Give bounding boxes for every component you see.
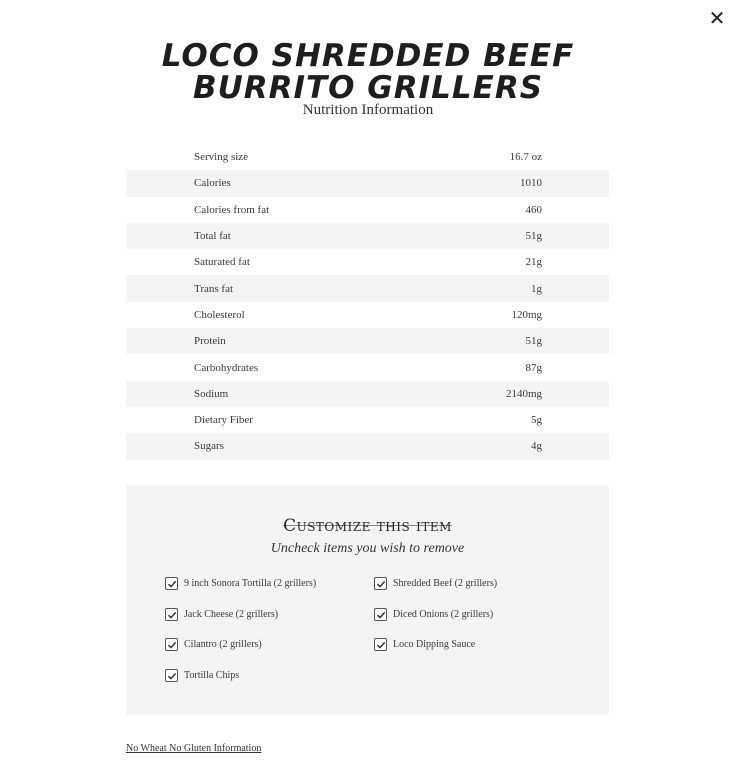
nutrition-value: 21g xyxy=(525,256,543,269)
checkbox[interactable] xyxy=(165,608,178,621)
option-tortilla-chips[interactable]: Tortilla Chips xyxy=(165,669,239,682)
nutrition-row: Total fat 51g xyxy=(126,222,609,250)
nutrition-value: 87g xyxy=(525,361,543,374)
nutrition-label: Calories from fat xyxy=(194,203,270,216)
option-loco-dipping-sauce[interactable]: Loco Dipping Sauce xyxy=(374,638,475,651)
check-icon xyxy=(167,672,176,680)
option-label: Tortilla Chips xyxy=(184,670,240,681)
title-line-2: BURRITO GRILLERS xyxy=(192,70,544,106)
nutrition-row: Carbohydrates 87g xyxy=(126,354,609,380)
check-icon xyxy=(167,641,176,649)
check-icon xyxy=(167,611,176,619)
nutrition-label: Saturated fat xyxy=(194,256,250,269)
option-shredded-beef[interactable]: Shredded Beef (2 grillers) xyxy=(374,577,497,590)
checkbox[interactable] xyxy=(165,669,178,682)
check-icon xyxy=(376,641,385,649)
option-label: Shredded Beef (2 grillers) xyxy=(393,578,498,589)
nutrition-label: Protein xyxy=(194,335,226,348)
nutrition-label: Calories xyxy=(194,177,231,190)
option-label: Jack Cheese (2 grillers) xyxy=(184,609,279,620)
check-icon xyxy=(376,580,385,588)
checkbox[interactable] xyxy=(374,638,387,651)
nutrition-row: Calories 1010 xyxy=(126,170,609,197)
nutrition-row: Trans fat 1g xyxy=(126,275,609,302)
nutrition-value: 51g xyxy=(525,335,543,348)
option-label: Cilantro (2 grillers) xyxy=(184,639,262,650)
nutrition-row: Protein 51g xyxy=(126,328,609,355)
nutrition-row: Cholesterol 120mg xyxy=(126,302,609,328)
nutrition-value: 460 xyxy=(525,203,543,216)
nutrition-value: 4g xyxy=(531,440,542,453)
nutrition-label: Dietary Fiber xyxy=(194,414,253,427)
checkbox[interactable] xyxy=(374,608,387,621)
close-icon[interactable]: ✕ xyxy=(706,6,728,30)
check-icon xyxy=(167,580,176,588)
page-title: LOCO SHREDDED BEEF BURRITO GRILLERS xyxy=(0,40,732,104)
nutrition-label: Cholesterol xyxy=(194,308,245,321)
page-subtitle: Nutrition Information xyxy=(302,102,434,118)
nutrition-label: Serving size xyxy=(194,151,249,164)
customize-title: Customize this item xyxy=(283,516,452,536)
option-cilantro[interactable]: Cilantro (2 grillers) xyxy=(165,638,262,651)
nutrition-value: 2140mg xyxy=(505,387,542,400)
option-label: Diced Onions (2 grillers) xyxy=(393,609,494,620)
checkbox[interactable] xyxy=(374,577,387,590)
checkbox[interactable] xyxy=(165,577,178,590)
nutrition-value: 16.7 oz xyxy=(509,151,542,164)
option-label: Loco Dipping Sauce xyxy=(393,639,476,650)
nutrition-value: 5g xyxy=(531,414,542,427)
option-label: 9 inch Sonora Tortilla (2 grillers) xyxy=(184,578,317,589)
nutrition-label: Trans fat xyxy=(194,282,234,295)
nutrition-value: 51g xyxy=(525,230,543,243)
nutrition-label: Sugars xyxy=(194,440,224,453)
nutrition-label: Carbohydrates xyxy=(194,361,259,374)
customize-subtitle: Uncheck items you wish to remove xyxy=(270,541,465,556)
nutrition-value: 1010 xyxy=(520,177,542,190)
nutrition-row: Sodium 2140mg xyxy=(126,380,609,407)
nutrition-row: Serving size 16.7 oz xyxy=(126,144,609,170)
option-jack-cheese[interactable]: Jack Cheese (2 grillers) xyxy=(165,608,278,621)
option-sonora-tortilla[interactable]: 9 inch Sonora Tortilla (2 grillers) xyxy=(165,577,316,590)
check-icon xyxy=(376,611,385,619)
nutrition-value: 120mg xyxy=(511,308,542,321)
nutrition-table: Serving size 16.7 oz Calories 1010 Calorie… xyxy=(126,144,609,460)
nutrition-label: Sodium xyxy=(194,387,229,400)
nutrition-value: 1g xyxy=(531,282,542,295)
nutrition-row: Dietary Fiber 5g xyxy=(126,407,609,433)
nutrition-row: Calories from fat 460 xyxy=(126,197,609,223)
nutrition-row: Saturated fat 21g xyxy=(126,249,609,275)
customize-panel: Customize this item Uncheck items you wi… xyxy=(126,485,609,715)
gluten-info-link[interactable]: No Wheat No Gluten Information xyxy=(126,743,261,754)
checkbox[interactable] xyxy=(165,638,178,651)
option-diced-onions[interactable]: Diced Onions (2 grillers) xyxy=(374,608,493,621)
title-line-1: LOCO SHREDDED BEEF xyxy=(161,38,575,74)
nutrition-label: Total fat xyxy=(194,230,231,243)
nutrition-row: Sugars 4g xyxy=(126,433,609,460)
